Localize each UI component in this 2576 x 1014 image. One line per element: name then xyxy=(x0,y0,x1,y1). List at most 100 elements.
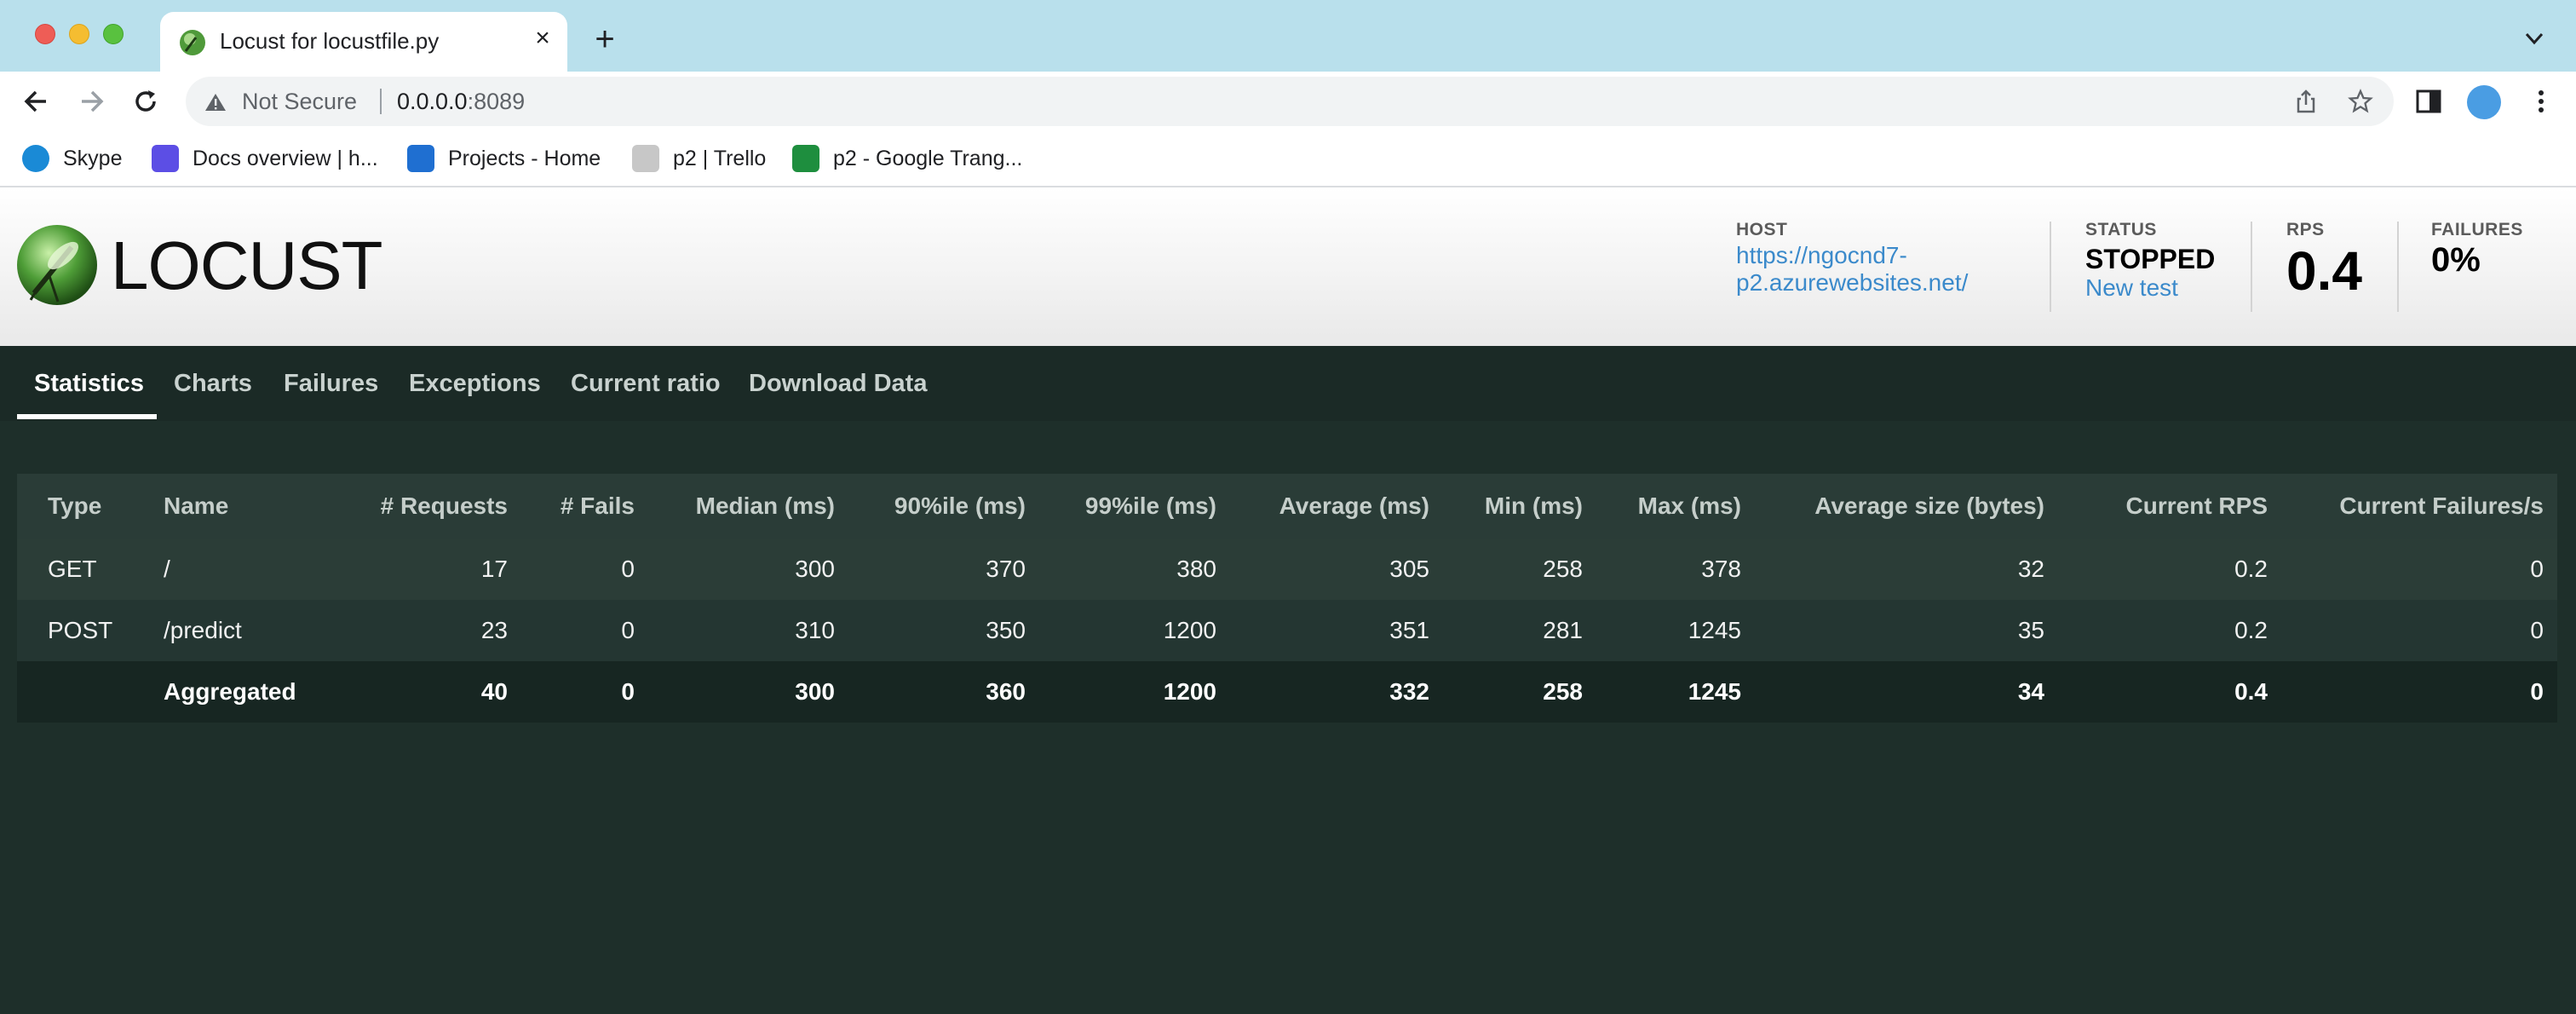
cell-p99: 1200 xyxy=(1163,617,1216,643)
close-window-button[interactable] xyxy=(35,24,55,44)
reload-icon[interactable] xyxy=(129,85,162,118)
cell-min: 258 xyxy=(1543,678,1583,705)
bookmark-label: p2 - Google Trang... xyxy=(833,146,1023,170)
failures-section: FAILURES 0% xyxy=(2431,220,2523,279)
cell-average: 351 xyxy=(1389,617,1429,643)
url-port: :8089 xyxy=(467,89,526,114)
url-text[interactable]: 0.0.0.0:8089 xyxy=(397,89,525,115)
host-section: HOST https://ngocnd7- p2.azurewebsites.n… xyxy=(1736,220,1968,297)
cell-name: /predict xyxy=(164,617,242,643)
more-menu-icon[interactable] xyxy=(2527,87,2556,116)
address-divider xyxy=(380,89,382,114)
address-bar[interactable]: Not Secure 0.0.0.0:8089 xyxy=(186,77,2394,126)
warning-icon[interactable] xyxy=(204,92,227,112)
cell-requests: 23 xyxy=(480,617,508,643)
tab-title: Locust for locustfile.py xyxy=(220,28,440,54)
bookmark-projects-home[interactable]: Projects - Home xyxy=(407,143,601,174)
header-requests: # Requests xyxy=(380,493,508,519)
bookmark-trello[interactable]: p2 | Trello xyxy=(632,143,766,174)
tab-current-ratio[interactable]: Current ratio xyxy=(571,370,721,398)
cell-median: 300 xyxy=(795,556,835,582)
cell-median: 300 xyxy=(795,678,835,705)
minimize-window-button[interactable] xyxy=(69,24,89,44)
side-panel-icon[interactable] xyxy=(2414,87,2443,116)
table-header-row: Type Name # Requests # Fails Median (ms) 90%i… xyxy=(17,474,2557,539)
cell-p90: 350 xyxy=(986,617,1026,643)
cell-name: Aggregated xyxy=(164,678,296,705)
cell-current-failures: 0 xyxy=(2530,556,2544,582)
cell-average: 332 xyxy=(1389,678,1429,705)
header-divider xyxy=(2050,222,2051,312)
share-icon[interactable] xyxy=(2293,89,2319,114)
cell-avg-size: 34 xyxy=(2017,678,2044,705)
cell-median: 310 xyxy=(795,617,835,643)
profile-avatar[interactable] xyxy=(2467,85,2501,119)
table-aggregated-row: Aggregated 40 0 300 360 1200 332 258 1245 34 0.4 0 xyxy=(17,661,2557,723)
cell-fails: 0 xyxy=(621,678,635,705)
header-divider xyxy=(2251,222,2252,312)
rps-label: RPS xyxy=(2286,220,2325,239)
cell-current-rps: 0.4 xyxy=(2234,678,2268,705)
header-type: Type xyxy=(48,493,102,519)
header-current-rps: Current RPS xyxy=(2125,493,2268,519)
back-arrow-icon[interactable] xyxy=(20,85,53,118)
header-average: Average (ms) xyxy=(1279,493,1429,519)
cell-avg-size: 32 xyxy=(2017,556,2044,582)
bookmark-label: Projects - Home xyxy=(448,146,601,170)
browser-tab-locust[interactable]: Locust for locustfile.py × xyxy=(160,12,567,73)
cell-fails: 0 xyxy=(621,556,635,582)
forward-arrow-icon[interactable] xyxy=(75,85,107,118)
active-tab-indicator xyxy=(17,414,157,419)
failures-value: 0% xyxy=(2431,241,2481,279)
header-p99: 99%ile (ms) xyxy=(1084,493,1216,519)
cell-min: 281 xyxy=(1543,617,1583,643)
bookmark-skype[interactable]: Skype xyxy=(22,143,122,174)
browser-tab-strip: Locust for locustfile.py × + xyxy=(0,0,2576,73)
locust-header: LOCUST HOST https://ngocnd7- p2.azureweb… xyxy=(0,187,2576,346)
locust-logo-icon xyxy=(17,225,97,305)
google-sheets-icon xyxy=(792,145,819,172)
bookmark-google-sheets[interactable]: p2 - Google Trang... xyxy=(792,143,1022,174)
cell-type xyxy=(48,661,150,723)
bookmark-star-icon[interactable] xyxy=(2348,89,2373,114)
statistics-table: Type Name # Requests # Fails Median (ms) 90%i… xyxy=(17,474,2557,723)
rps-section: RPS 0.4 xyxy=(2286,220,2362,302)
browser-toolbar: Not Secure 0.0.0.0:8089 xyxy=(0,72,2576,131)
url-host: 0.0.0.0 xyxy=(397,89,468,114)
bookmarks-bar: Skype Docs overview | h... Projects - Ho… xyxy=(0,131,2576,187)
status-label: STATUS xyxy=(2085,220,2157,239)
locust-favicon-icon xyxy=(180,30,205,55)
skype-icon xyxy=(22,145,49,172)
tab-statistics[interactable]: Statistics xyxy=(34,370,144,398)
header-max: Max (ms) xyxy=(1637,493,1741,519)
tab-charts[interactable]: Charts xyxy=(174,370,252,398)
chevron-down-icon[interactable] xyxy=(2523,27,2545,49)
cell-avg-size: 35 xyxy=(2017,617,2044,643)
cell-name: / xyxy=(164,556,170,582)
cell-max: 1245 xyxy=(1688,617,1741,643)
maximize-window-button[interactable] xyxy=(103,24,124,44)
not-secure-label[interactable]: Not Secure xyxy=(242,89,357,115)
new-tab-button[interactable]: + xyxy=(588,22,622,56)
new-test-link[interactable]: New test xyxy=(2085,274,2215,302)
host-label: HOST xyxy=(1736,220,1788,239)
cell-average: 305 xyxy=(1389,556,1429,582)
tab-exceptions[interactable]: Exceptions xyxy=(409,370,541,398)
table-row: POST/predict 23 0 310 350 1200 351 281 1245 35 0.2… xyxy=(17,600,2557,661)
header-name: Name xyxy=(164,493,229,519)
header-avg-size: Average size (bytes) xyxy=(1814,493,2044,519)
bookmark-docs-overview[interactable]: Docs overview | h... xyxy=(152,143,378,174)
terraform-icon xyxy=(152,145,179,172)
tab-download-data[interactable]: Download Data xyxy=(749,370,927,398)
host-link[interactable]: https://ngocnd7- p2.azurewebsites.net/ xyxy=(1736,242,1968,297)
header-min: Min (ms) xyxy=(1484,493,1583,519)
cell-current-failures: 0 xyxy=(2530,678,2544,705)
cell-requests: 17 xyxy=(480,556,508,582)
close-tab-icon[interactable]: × xyxy=(528,24,557,53)
header-median: Median (ms) xyxy=(695,493,835,519)
cell-fails: 0 xyxy=(621,617,635,643)
rps-value: 0.4 xyxy=(2286,240,2362,302)
tab-failures[interactable]: Failures xyxy=(284,370,378,398)
bookmark-label: Skype xyxy=(63,146,123,170)
host-line-2: p2.azurewebsites.net/ xyxy=(1736,269,1969,296)
